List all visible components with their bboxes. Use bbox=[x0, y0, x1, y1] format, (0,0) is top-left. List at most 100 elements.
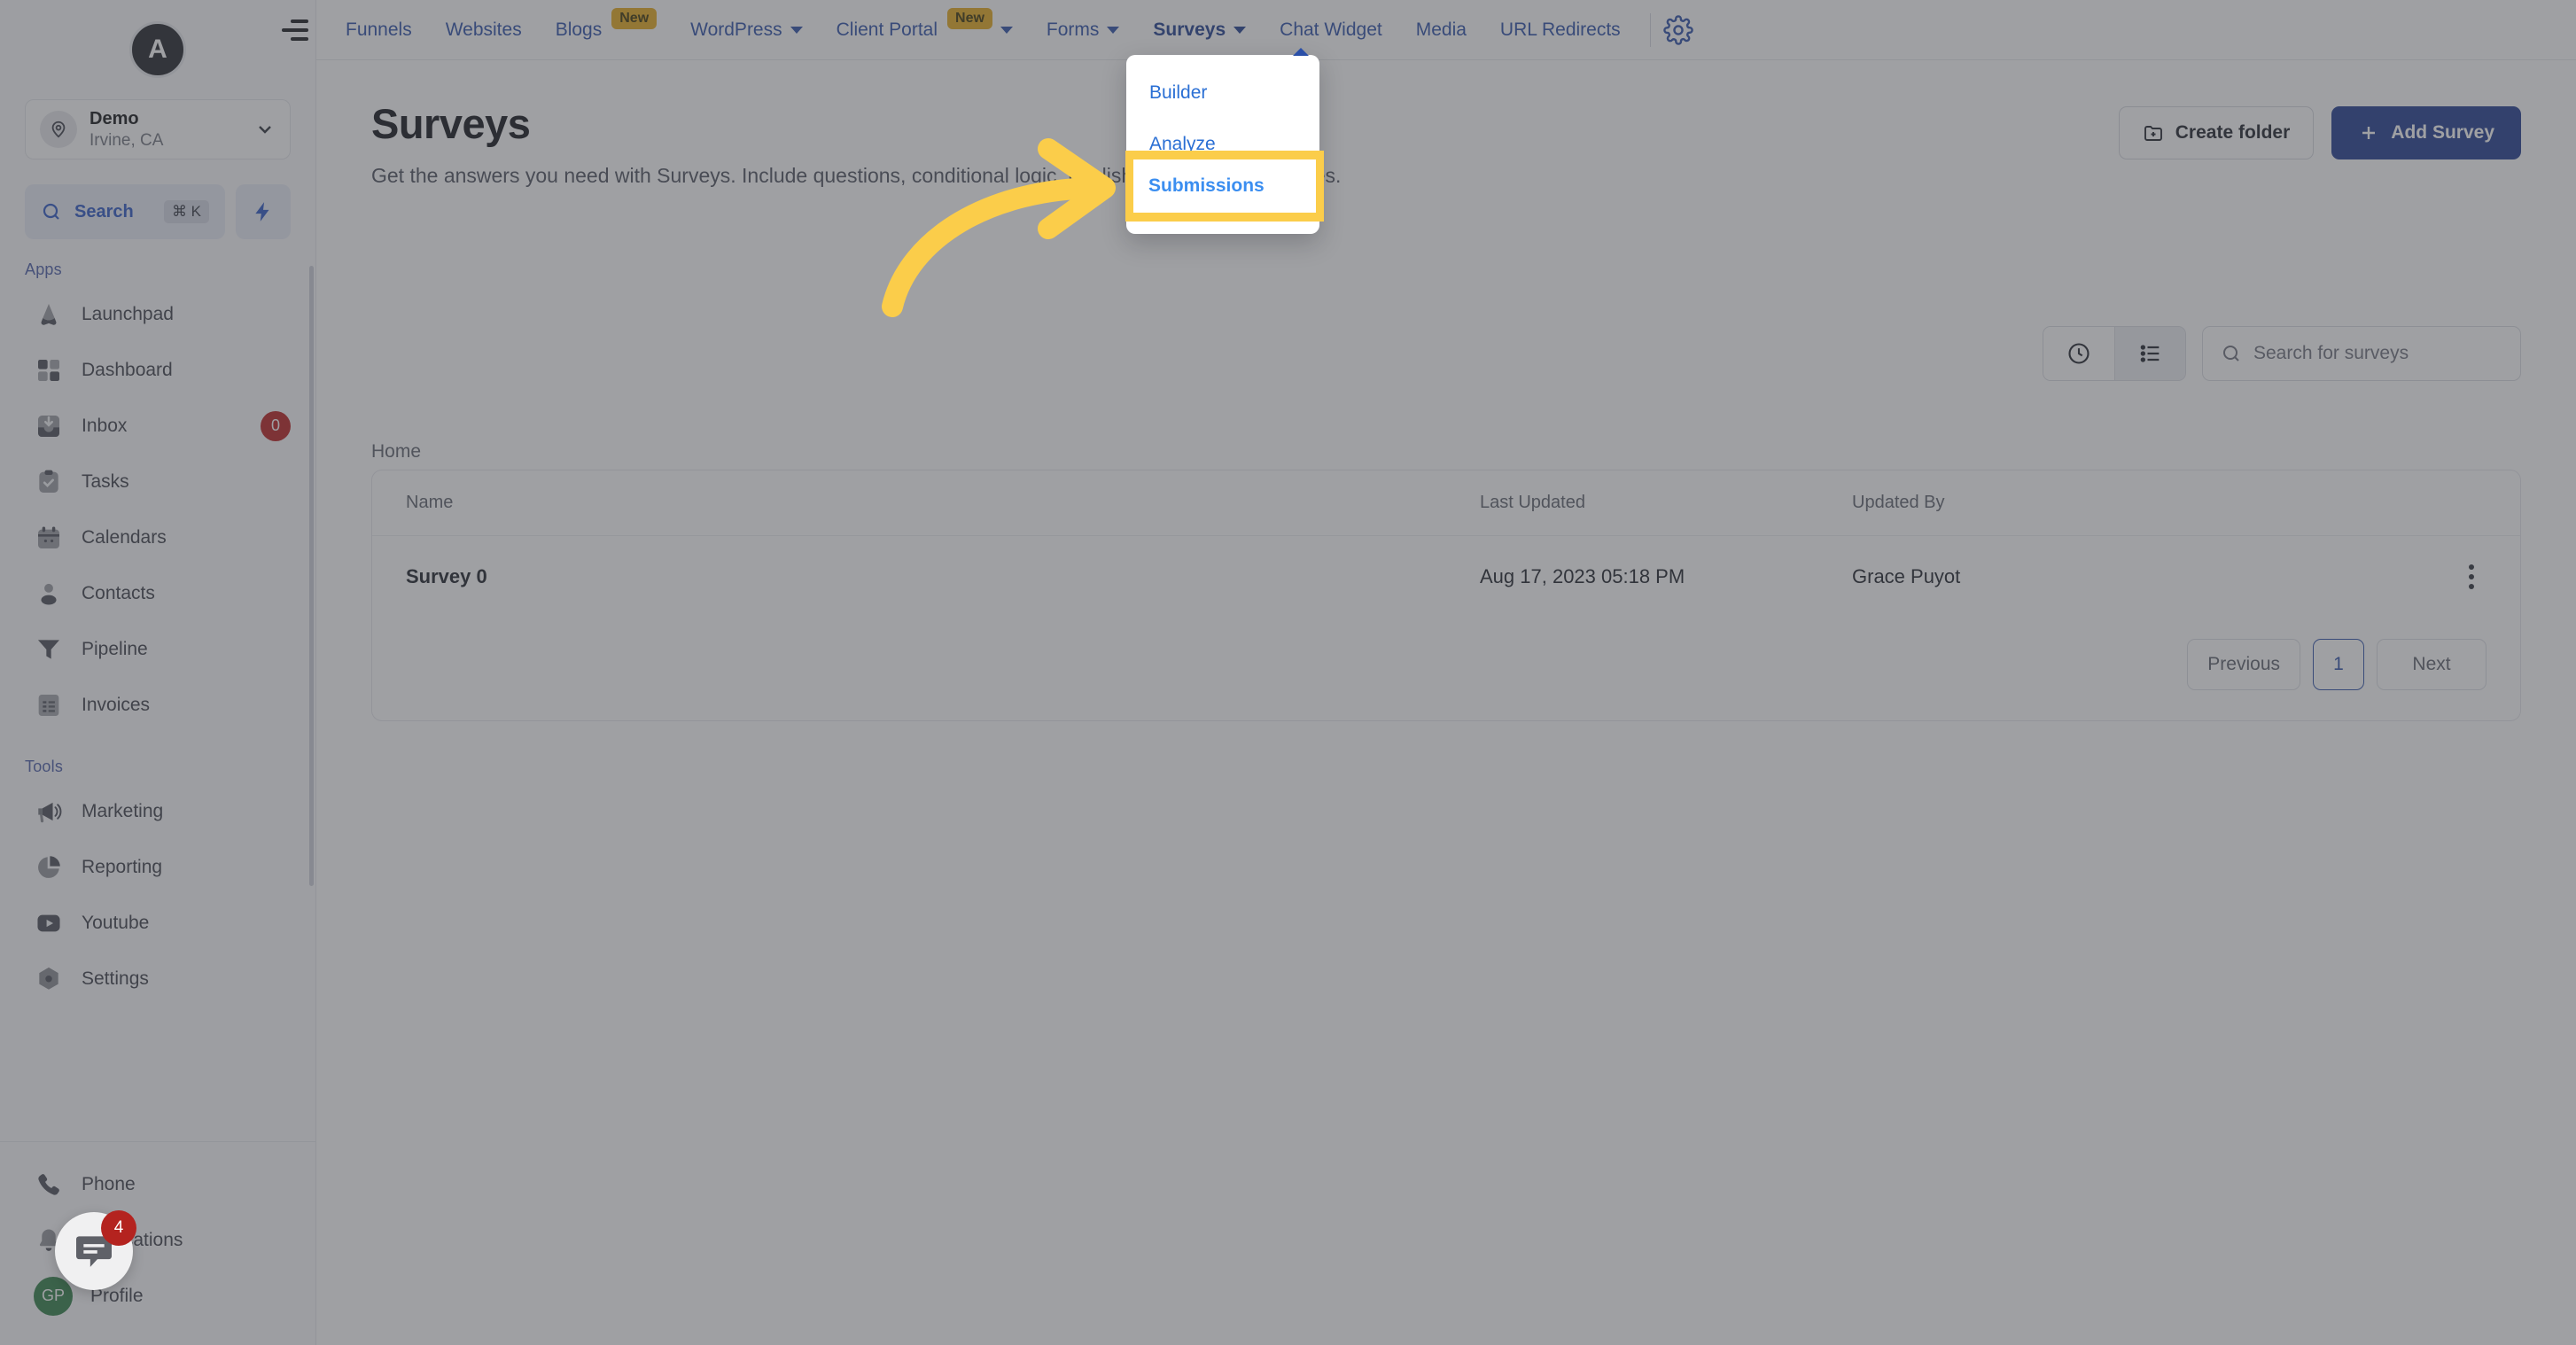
nav-section-tools-label: Tools bbox=[25, 758, 64, 775]
sidebar-item-label: Settings bbox=[82, 968, 149, 989]
dashboard-icon bbox=[34, 355, 64, 385]
add-survey-button[interactable]: Add Survey bbox=[2331, 106, 2521, 159]
chevron-down-icon bbox=[259, 126, 271, 134]
main-content: Surveys Get the answers you need with Su… bbox=[316, 60, 2576, 1345]
sidebar-item-notifications[interactable]: Notifications bbox=[0, 1212, 315, 1268]
next-page-button[interactable]: Next bbox=[2377, 639, 2487, 690]
sidebar-item-inbox[interactable]: Inbox 0 bbox=[0, 398, 315, 454]
sidebar-item-label: Invoices bbox=[82, 694, 151, 715]
calendar-icon bbox=[34, 523, 64, 553]
nav-footer-list: Phone Notifications GP Profile bbox=[0, 1156, 315, 1324]
sidebar-collapse-toggle[interactable] bbox=[282, 19, 308, 41]
list-view-toggle[interactable] bbox=[2114, 327, 2185, 380]
sidebar-item-settings[interactable]: Settings bbox=[0, 951, 315, 1007]
sidebar-item-dashboard[interactable]: Dashboard bbox=[0, 342, 315, 398]
search-input[interactable]: Search ⌘ K bbox=[25, 184, 225, 239]
sidebar-item-calendars[interactable]: Calendars bbox=[0, 509, 315, 565]
header-actions: Create folder Add Survey bbox=[2118, 106, 2521, 159]
chat-widget-button[interactable]: 4 bbox=[55, 1210, 136, 1290]
dropdown-item-builder[interactable]: Builder bbox=[1126, 67, 1319, 119]
table-row[interactable]: Survey 0 Aug 17, 2023 05:18 PM Grace Puy… bbox=[372, 536, 2520, 618]
page-1-button[interactable]: 1 bbox=[2313, 639, 2364, 690]
add-survey-label: Add Survey bbox=[2391, 122, 2494, 143]
search-icon bbox=[43, 203, 59, 220]
highlighted-submissions-item[interactable]: Submissions bbox=[1133, 159, 1316, 213]
cell-actions bbox=[2423, 557, 2520, 596]
lightning-bolt-icon bbox=[255, 202, 269, 222]
nav-apps-list: Launchpad Dashboard Inbox 0 Tasks Calend… bbox=[0, 286, 315, 733]
create-folder-button[interactable]: Create folder bbox=[2118, 106, 2315, 159]
top-nav-item-wordpress[interactable]: WordPress bbox=[673, 0, 819, 60]
sidebar-item-label: Inbox bbox=[82, 415, 128, 436]
sidebar-item-reporting[interactable]: Reporting bbox=[0, 839, 315, 895]
table-header: Name Last Updated Updated By bbox=[372, 470, 2520, 536]
new-badge: New bbox=[947, 7, 992, 29]
annotation-highlight-box: Submissions bbox=[1125, 151, 1324, 222]
top-nav-item-media[interactable]: Media bbox=[1399, 0, 1483, 60]
sidebar-item-tasks[interactable]: Tasks bbox=[0, 454, 315, 509]
sidebar-item-label: Profile bbox=[90, 1285, 144, 1306]
sidebar-item-label: Reporting bbox=[82, 856, 163, 877]
sidebar-item-youtube[interactable]: Youtube bbox=[0, 895, 315, 951]
top-nav-item-chat-widget[interactable]: Chat Widget bbox=[1263, 0, 1399, 60]
sidebar-item-label: Phone bbox=[82, 1173, 136, 1194]
pagination: Previous 1 Next bbox=[372, 618, 2520, 720]
sidebar-item-label: Calendars bbox=[82, 526, 167, 548]
surveys-table-card: Name Last Updated Updated By Survey 0 Au… bbox=[371, 470, 2521, 721]
cell-name: Survey 0 bbox=[406, 565, 487, 587]
column-header-updated-by: Updated By bbox=[1852, 493, 1945, 512]
inbox-badge: 0 bbox=[261, 410, 291, 441]
search-surveys-placeholder: Search for surveys bbox=[2253, 343, 2409, 363]
quick-actions-button[interactable] bbox=[236, 184, 291, 239]
chat-widget-badge: 4 bbox=[101, 1210, 136, 1246]
sidebar-item-phone[interactable]: Phone bbox=[0, 1156, 315, 1212]
invoices-icon bbox=[34, 690, 64, 720]
top-nav-item-forms[interactable]: Forms bbox=[1030, 0, 1137, 60]
top-nav-item-label: Client Portal bbox=[836, 19, 938, 40]
search-surveys-input[interactable]: Search for surveys bbox=[2202, 326, 2521, 381]
list-toolbar: Search for surveys bbox=[2043, 326, 2521, 381]
sidebar-nav: Apps Launchpad Dashboard Inbox 0 Tasks C… bbox=[0, 239, 315, 1141]
top-nav-item-label: Chat Widget bbox=[1280, 19, 1382, 40]
column-header-name: Name bbox=[406, 493, 454, 512]
sidebar-item-label: Youtube bbox=[82, 912, 150, 933]
row-more-menu-icon[interactable] bbox=[2462, 557, 2481, 596]
sidebar-item-profile[interactable]: GP Profile bbox=[0, 1268, 315, 1324]
plus-icon bbox=[2362, 127, 2376, 139]
sidebar-item-launchpad[interactable]: Launchpad bbox=[0, 286, 315, 342]
chevron-down-icon bbox=[1107, 26, 1120, 34]
cell-updated-by: Grace Puyot bbox=[1852, 565, 1961, 587]
app-logo[interactable]: A bbox=[129, 21, 186, 78]
gear-icon[interactable] bbox=[1662, 14, 1693, 45]
previous-page-button[interactable]: Previous bbox=[2187, 639, 2300, 690]
top-nav-item-surveys[interactable]: Surveys bbox=[1136, 0, 1263, 60]
app-root: A Demo Irvine, CA Search ⌘ K Apps Launch… bbox=[0, 0, 2576, 1345]
workspace-text: Demo Irvine, CA bbox=[89, 108, 242, 152]
top-nav-item-url-redirects[interactable]: URL Redirects bbox=[1483, 0, 1638, 60]
recent-view-toggle[interactable] bbox=[2043, 327, 2114, 380]
top-nav-item-label: WordPress bbox=[690, 19, 782, 40]
sidebar-item-label: Launchpad bbox=[82, 303, 174, 324]
view-toggle-group bbox=[2043, 326, 2186, 381]
inbox-icon bbox=[34, 411, 64, 441]
chevron-down-icon bbox=[1000, 26, 1013, 34]
table-body: Survey 0 Aug 17, 2023 05:18 PM Grace Puy… bbox=[372, 536, 2520, 618]
top-nav-item-label: Forms bbox=[1046, 19, 1100, 40]
top-nav-items: Funnels Websites Blogs New WordPress Cli… bbox=[329, 0, 1638, 60]
list-icon bbox=[2140, 345, 2159, 362]
breadcrumb[interactable]: Home bbox=[371, 441, 421, 463]
sidebar-item-marketing[interactable]: Marketing bbox=[0, 783, 315, 839]
workspace-switcher[interactable]: Demo Irvine, CA bbox=[25, 99, 291, 159]
top-nav-item-websites[interactable]: Websites bbox=[429, 0, 539, 60]
pie-chart-icon bbox=[34, 852, 64, 882]
sidebar-item-invoices[interactable]: Invoices bbox=[0, 677, 315, 733]
sidebar-item-pipeline[interactable]: Pipeline bbox=[0, 621, 315, 677]
top-nav-item-client-portal[interactable]: Client Portal New bbox=[820, 0, 1030, 60]
search-shortcut: ⌘ K bbox=[163, 200, 209, 223]
top-nav-item-blogs[interactable]: Blogs New bbox=[539, 0, 673, 60]
avatar: GP bbox=[34, 1276, 73, 1316]
top-nav-item-funnels[interactable]: Funnels bbox=[329, 0, 429, 60]
search-label: Search bbox=[74, 201, 134, 222]
cell-last-updated: Aug 17, 2023 05:18 PM bbox=[1480, 565, 1685, 587]
sidebar-item-contacts[interactable]: Contacts bbox=[0, 565, 315, 621]
